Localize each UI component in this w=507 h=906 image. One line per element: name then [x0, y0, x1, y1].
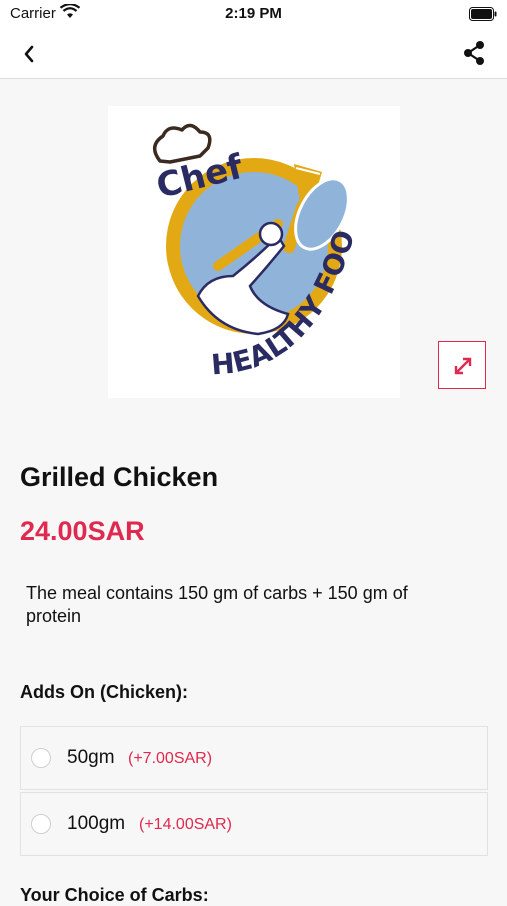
- battery-icon: [469, 7, 497, 25]
- share-icon: [464, 41, 484, 65]
- product-price: 24.00SAR: [20, 516, 145, 546]
- status-time: 2:19 PM: [225, 5, 282, 22]
- radio-button[interactable]: [31, 814, 51, 834]
- addons-section-title: Adds On (Chicken):: [20, 682, 189, 702]
- addon-option-price: (+7.00SAR): [128, 750, 213, 767]
- addon-option-label: 100gm: [67, 813, 126, 834]
- status-bar: Carrier 2:19 PM: [0, 0, 507, 28]
- addon-option-50gm[interactable]: 50gm (+7.00SAR): [20, 726, 488, 790]
- product-image[interactable]: Chef HEALTHY FOOD: [96, 80, 400, 398]
- chef-healthy-food-logo: Chef HEALTHY FOOD: [96, 80, 361, 381]
- back-button[interactable]: [16, 40, 44, 68]
- share-button[interactable]: [459, 38, 489, 68]
- radio-button[interactable]: [31, 748, 51, 768]
- nav-bar: [0, 28, 507, 79]
- product-description: The meal contains 150 gm of carbs + 150 …: [26, 583, 408, 626]
- addon-option-label: 50gm: [67, 747, 115, 768]
- expand-arrows-icon: [454, 357, 472, 375]
- expand-image-button[interactable]: [438, 341, 486, 389]
- product-title: Grilled Chicken: [20, 462, 219, 492]
- addon-option-100gm[interactable]: 100gm (+14.00SAR): [20, 792, 488, 856]
- carbs-section-title: Your Choice of Carbs:: [20, 885, 209, 905]
- addon-option-price: (+14.00SAR): [139, 816, 232, 833]
- chevron-left-icon: [24, 45, 34, 63]
